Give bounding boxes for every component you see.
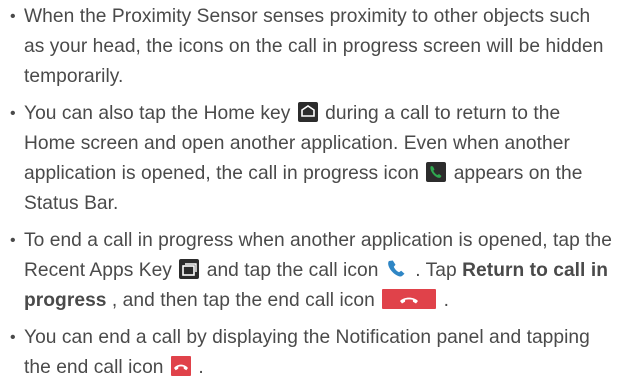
list-item: • When the Proximity Sensor senses proxi… [0, 2, 619, 92]
item-text: You can also tap the Home key [24, 103, 291, 124]
item-text: When the Proximity Sensor senses proximi… [24, 6, 604, 87]
recent-apps-key-icon [179, 259, 200, 279]
list-item: • You can also tap the Home key during a… [0, 99, 619, 219]
item-text: and tap the call icon [206, 260, 379, 281]
item-text: . Tap [415, 260, 457, 281]
item-text: . [198, 357, 204, 378]
item-text: . [443, 290, 450, 311]
bullet-list: • When the Proximity Sensor senses proxi… [0, 2, 619, 383]
end-call-button-icon [382, 289, 437, 309]
item-text: You can end a call by displaying the Not… [24, 327, 590, 378]
bullet-dot: • [10, 8, 16, 25]
item-text: , and then tap the end call icon [111, 290, 375, 311]
document-page: • When the Proximity Sensor senses proxi… [0, 2, 619, 378]
call-in-progress-icon [426, 162, 447, 182]
end-call-small-icon [170, 356, 191, 376]
list-item: • You can end a call by displaying the N… [0, 323, 619, 383]
home-key-icon [297, 102, 318, 122]
bullet-dot: • [10, 105, 16, 122]
list-item: • To end a call in progress when another… [0, 226, 619, 316]
phone-icon [386, 259, 408, 279]
bullet-dot: • [10, 329, 16, 346]
bullet-dot: • [10, 232, 16, 249]
